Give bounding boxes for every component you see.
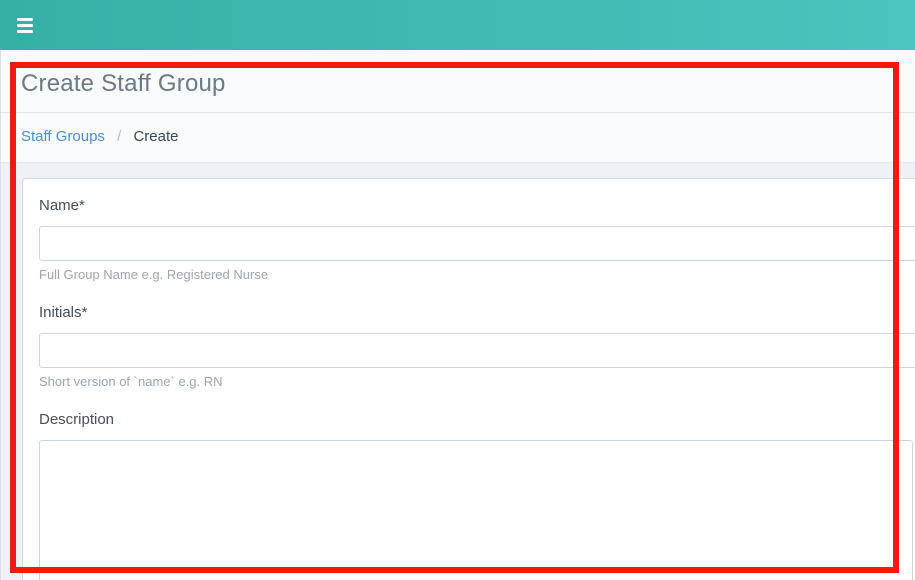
page-title: Create Staff Group bbox=[21, 70, 895, 98]
hamburger-icon bbox=[17, 30, 33, 33]
name-input[interactable] bbox=[39, 226, 915, 261]
name-helper-text: Full Group Name e.g. Registered Nurse bbox=[39, 267, 915, 283]
menu-toggle-button[interactable] bbox=[15, 11, 35, 40]
description-field-label: Description bbox=[39, 411, 915, 429]
description-textarea[interactable] bbox=[39, 440, 913, 580]
initials-input[interactable] bbox=[39, 333, 915, 368]
description-form-group: Description bbox=[39, 411, 915, 580]
page-content: Create Staff Group Staff Groups / Create… bbox=[0, 50, 915, 580]
top-navbar bbox=[0, 0, 915, 50]
breadcrumb-link-staff-groups[interactable]: Staff Groups bbox=[21, 128, 105, 145]
app-root: Create Staff Group Staff Groups / Create… bbox=[0, 0, 915, 580]
initials-form-group: Initials* Short version of `name` e.g. R… bbox=[39, 304, 915, 390]
name-field-label: Name* bbox=[39, 197, 915, 215]
breadcrumb-current-create: Create bbox=[133, 128, 178, 145]
breadcrumb-separator: / bbox=[117, 128, 121, 145]
breadcrumb: Staff Groups / Create bbox=[1, 113, 915, 163]
initials-field-label: Initials* bbox=[39, 304, 915, 322]
initials-helper-text: Short version of `name` e.g. RN bbox=[39, 374, 915, 390]
main-area: Name* Full Group Name e.g. Registered Nu… bbox=[1, 163, 915, 580]
create-staff-group-form-card: Name* Full Group Name e.g. Registered Nu… bbox=[22, 178, 915, 580]
hamburger-icon bbox=[17, 24, 33, 27]
page-header: Create Staff Group bbox=[1, 50, 915, 113]
hamburger-icon bbox=[17, 18, 33, 21]
name-form-group: Name* Full Group Name e.g. Registered Nu… bbox=[39, 197, 915, 283]
